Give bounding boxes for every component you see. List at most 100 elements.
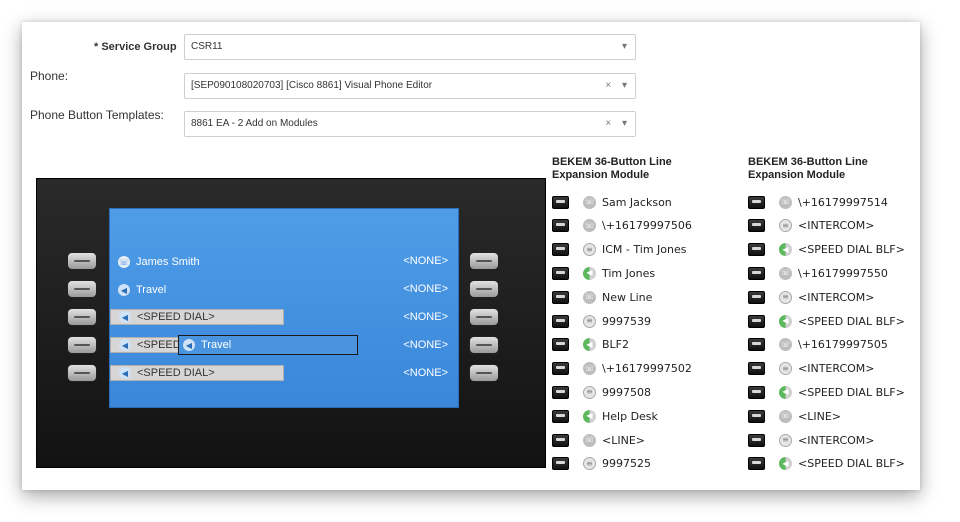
service-group-select[interactable]: CSR11 ▾ (184, 34, 636, 60)
line-key-icon[interactable] (748, 243, 765, 257)
speed-status-icon: ◀ (779, 314, 792, 328)
module-button-label: <SPEED DIAL BLF> (798, 314, 905, 328)
line-key-icon[interactable] (748, 433, 765, 447)
line-key-icon[interactable] (552, 385, 569, 399)
speed-status-icon: ◀ (583, 409, 596, 423)
screen-right-label-4: <NONE> (403, 339, 448, 351)
module-2-button-5[interactable]: ≡ <INTERCOM> (748, 287, 875, 307)
module-1-button-1[interactable]: ☏ Sam Jackson (552, 192, 672, 212)
module-2-button-10[interactable]: ☏ <LINE> (748, 406, 841, 426)
line-key-icon[interactable] (552, 362, 569, 376)
speed-status-icon: ◀ (583, 338, 596, 352)
module-button-label: 9997539 (602, 314, 651, 328)
module-1-button-9[interactable]: ≡ 9997508 (552, 382, 651, 402)
module-button-label: <LINE> (602, 433, 645, 447)
line-key-icon[interactable] (552, 457, 569, 471)
module-2-button-1[interactable]: ☏ \+16179997514 (748, 192, 888, 212)
module-button-label: \+16179997505 (798, 338, 888, 352)
line-status-icon: ☏ (583, 433, 596, 447)
line-key-icon[interactable] (748, 409, 765, 423)
line-key-icon[interactable] (748, 314, 765, 328)
module-1-button-2[interactable]: ☏ \+16179997506 (552, 216, 692, 236)
drag-preview-item[interactable]: ◀ Travel (178, 335, 358, 355)
line-key-icon[interactable] (552, 433, 569, 447)
line-key-icon[interactable] (748, 385, 765, 399)
module-2-button-3[interactable]: ◀ <SPEED DIAL BLF> (748, 240, 905, 260)
intercom-status-icon: ≡ (779, 219, 792, 233)
line-key-icon[interactable] (552, 195, 569, 209)
module-1-button-5[interactable]: ☏ New Line (552, 287, 652, 307)
line-key-icon[interactable] (552, 266, 569, 280)
module-2-button-8[interactable]: ≡ <INTERCOM> (748, 359, 875, 379)
module-1-button-8[interactable]: ☏ \+16179997502 (552, 359, 692, 379)
screen-right-label-5: <NONE> (403, 367, 448, 379)
intercom-status-icon: ≡ (583, 385, 596, 399)
module-2-button-6[interactable]: ◀ <SPEED DIAL BLF> (748, 311, 905, 331)
screen-right-label-1: <NONE> (403, 255, 448, 267)
module-1-button-12[interactable]: ≡ 9997525 (552, 454, 651, 474)
right-line-button-1[interactable] (469, 252, 499, 270)
line-key-icon[interactable] (748, 362, 765, 376)
module-1-button-10[interactable]: ◀ Help Desk (552, 406, 658, 426)
line-key-icon[interactable] (552, 409, 569, 423)
phone-visual: ☏ James Smith <NONE> ◀ Travel <NONE> ◀ <… (36, 178, 546, 468)
left-line-button-5[interactable] (67, 364, 97, 382)
clear-icon[interactable]: × (605, 80, 611, 91)
speed-dial-icon: ◀ (118, 284, 130, 296)
screen-line-3[interactable]: ◀ <SPEED DIAL> (110, 309, 284, 325)
left-line-button-2[interactable] (67, 280, 97, 298)
module-2-button-12[interactable]: ◀ <SPEED DIAL BLF> (748, 454, 905, 474)
service-group-value: CSR11 (191, 41, 223, 52)
line-key-icon[interactable] (552, 243, 569, 257)
line-key-icon[interactable] (552, 338, 569, 352)
module-1-button-6[interactable]: ≡ 9997539 (552, 311, 651, 331)
line-key-icon[interactable] (552, 290, 569, 304)
line-status-icon: ☏ (583, 195, 596, 209)
right-line-button-2[interactable] (469, 280, 499, 298)
screen-line-5[interactable]: ◀ <SPEED DIAL> (110, 365, 284, 381)
module-2-button-7[interactable]: ☏ \+16179997505 (748, 335, 888, 355)
module-button-label: 9997525 (602, 457, 651, 471)
left-line-button-1[interactable] (67, 252, 97, 270)
intercom-status-icon: ≡ (583, 314, 596, 328)
module-button-label: <SPEED DIAL BLF> (798, 243, 905, 257)
right-line-button-3[interactable] (469, 308, 499, 326)
speed-dial-icon: ◀ (183, 339, 195, 351)
module-2-button-2[interactable]: ≡ <INTERCOM> (748, 216, 875, 236)
line-key-icon[interactable] (748, 219, 765, 233)
module-1-button-3[interactable]: ≡ ICM - Tim Jones (552, 240, 686, 260)
module-1-button-4[interactable]: ◀ Tim Jones (552, 263, 655, 283)
template-value: 8861 EA - 2 Add on Modules (191, 118, 318, 129)
screen-line-1[interactable]: ☏ James Smith (118, 254, 200, 270)
phone-select[interactable]: [SEP090108020703] [Cisco 8861] Visual Ph… (184, 73, 636, 99)
template-select[interactable]: 8861 EA - 2 Add on Modules × ▾ (184, 111, 636, 137)
clear-icon[interactable]: × (605, 118, 611, 129)
right-line-button-5[interactable] (469, 364, 499, 382)
chevron-down-icon: ▾ (621, 118, 627, 129)
module-button-label: \+16179997506 (602, 219, 692, 233)
module-button-label: <INTERCOM> (798, 290, 875, 304)
line-key-icon[interactable] (552, 219, 569, 233)
line-key-icon[interactable] (748, 290, 765, 304)
module-2-button-9[interactable]: ◀ <SPEED DIAL BLF> (748, 382, 905, 402)
module-1-button-11[interactable]: ☏ <LINE> (552, 430, 645, 450)
line-key-icon[interactable] (552, 314, 569, 328)
module-button-label: Tim Jones (602, 266, 656, 280)
line-key-icon[interactable] (748, 338, 765, 352)
line-key-icon[interactable] (748, 266, 765, 280)
line-status-icon: ☏ (583, 362, 596, 376)
speed-dial-icon: ◀ (119, 367, 131, 379)
line-status-icon: ☏ (779, 409, 792, 423)
speed-status-icon: ◀ (583, 266, 596, 280)
left-line-button-3[interactable] (67, 308, 97, 326)
module-2-button-4[interactable]: ☏ \+16179997550 (748, 263, 888, 283)
module-2-button-11[interactable]: ≡ <INTERCOM> (748, 430, 875, 450)
template-label: Phone Button Templates: (30, 108, 164, 122)
left-line-button-4[interactable] (67, 336, 97, 354)
intercom-status-icon: ≡ (583, 243, 596, 257)
screen-line-2[interactable]: ◀ Travel (118, 282, 166, 298)
line-key-icon[interactable] (748, 457, 765, 471)
line-key-icon[interactable] (748, 195, 765, 209)
right-line-button-4[interactable] (469, 336, 499, 354)
module-1-button-7[interactable]: ◀ BLF2 (552, 335, 629, 355)
